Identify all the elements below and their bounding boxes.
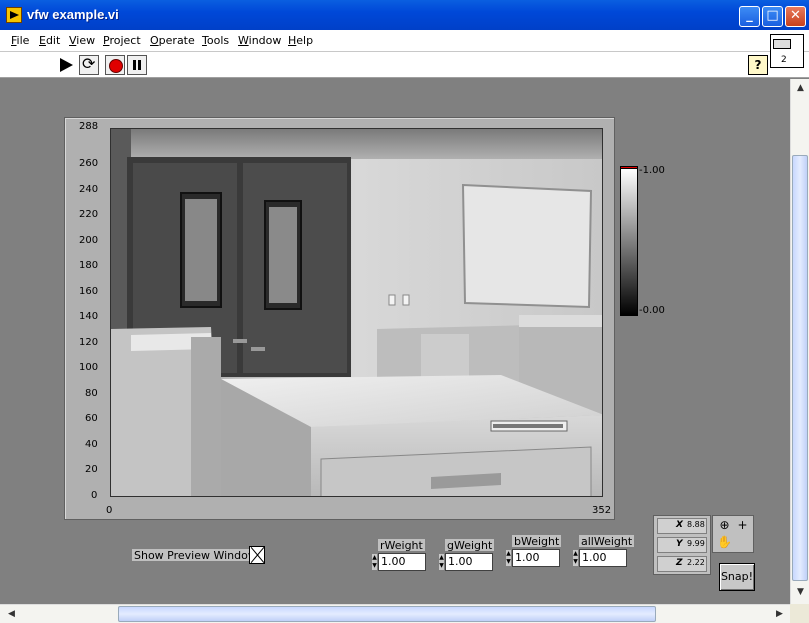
scroll-left-arrow-icon[interactable]: ◀	[4, 607, 19, 622]
zoom-icon[interactable]: ⊕	[716, 518, 733, 534]
bweight-label: bWeight	[511, 534, 563, 548]
y-tick-label: 220	[79, 209, 99, 220]
scrollbar-corner	[790, 604, 809, 623]
gweight-value[interactable]: 1.00	[445, 553, 493, 571]
close-button[interactable]: ✕	[785, 6, 806, 27]
vertical-scroll-thumb[interactable]	[792, 155, 808, 581]
gweight-spinner[interactable]: ▲ ▼	[438, 553, 445, 571]
rweight-spinner[interactable]: ▲ ▼	[371, 553, 378, 571]
menu-bar: File Edit View Project Operate Tools Win…	[0, 30, 809, 52]
allweight-label: allWeight	[578, 534, 636, 548]
y-tick-label: 0	[91, 490, 98, 501]
horizontal-scrollbar[interactable]: ◀ ▶	[0, 604, 790, 623]
toolbar: ?	[0, 52, 809, 78]
y-axis-letter: Y	[676, 539, 683, 549]
scale-legend: X 8.88 Y 9.99 Z 2.22	[653, 515, 711, 575]
y-axis-format: 9.99	[687, 539, 705, 548]
menu-view[interactable]: View	[69, 34, 95, 47]
y-tick-label: 120	[79, 337, 99, 348]
y-tick-label: 260	[79, 158, 99, 169]
intensity-graph[interactable]: 288 260 240 220 200 180 160 140 120 100 …	[64, 117, 665, 520]
scroll-down-arrow-icon[interactable]: ▼	[793, 585, 808, 600]
x-tick-label: 352	[592, 505, 612, 516]
horizontal-scroll-thumb[interactable]	[118, 606, 656, 622]
minimize-button[interactable]: _	[739, 6, 760, 27]
title-bar: vfw example.vi _ □ ✕	[0, 0, 809, 30]
z-scale-button[interactable]: Z 2.22	[657, 556, 707, 572]
x-axis-letter: X	[676, 520, 683, 530]
y-tick-label: 160	[79, 286, 99, 297]
menu-help[interactable]: Help	[288, 34, 313, 47]
menu-tools[interactable]: Tools	[202, 34, 229, 47]
allweight-value[interactable]: 1.00	[579, 549, 627, 567]
menu-window[interactable]: Window	[238, 34, 281, 47]
run-arrow-icon[interactable]	[57, 55, 77, 75]
pan-hand-icon[interactable]: ✋	[716, 535, 733, 551]
show-preview-checkbox[interactable]	[249, 546, 265, 564]
menu-operate[interactable]: Operate	[150, 34, 195, 47]
bweight-spinner[interactable]: ▲ ▼	[505, 549, 512, 567]
office-scene-image	[111, 129, 602, 496]
front-panel: 288 260 240 220 200 180 160 140 120 100 …	[0, 79, 790, 604]
colorbar-min-label[interactable]: -0.00	[639, 305, 665, 316]
cursor-crosshair-icon[interactable]: +	[734, 518, 751, 534]
gweight-label: gWeight	[444, 538, 496, 552]
graph-palette: ⊕ + ✋	[712, 515, 754, 553]
rweight-value[interactable]: 1.00	[378, 553, 426, 571]
vertical-scrollbar[interactable]: ▲ ▼	[790, 79, 809, 604]
show-preview-label: Show Preview Window?	[131, 548, 266, 562]
maximize-button[interactable]: □	[762, 6, 783, 27]
menu-edit[interactable]: Edit	[39, 34, 60, 47]
y-tick-label: 140	[79, 311, 99, 322]
bweight-value[interactable]: 1.00	[512, 549, 560, 567]
scroll-up-arrow-icon[interactable]: ▲	[793, 81, 808, 96]
scroll-right-arrow-icon[interactable]: ▶	[772, 607, 787, 622]
y-scale-button[interactable]: Y 9.99	[657, 537, 707, 553]
x-tick-label: 0	[106, 505, 113, 516]
y-tick-label: 240	[79, 184, 99, 195]
y-tick-label: 60	[85, 413, 98, 424]
abort-icon[interactable]	[105, 55, 125, 75]
vi-icon-number: 2	[781, 55, 787, 65]
vi-icon-graphic	[773, 39, 791, 49]
y-tick-label: 200	[79, 235, 99, 246]
y-tick-label: 20	[85, 464, 98, 475]
y-tick-label: 40	[85, 439, 98, 450]
run-continuously-icon[interactable]	[79, 54, 99, 75]
menu-file[interactable]: File	[11, 34, 29, 47]
menu-project[interactable]: Project	[103, 34, 141, 47]
y-tick-label: 100	[79, 362, 99, 373]
x-scale-button[interactable]: X 8.88	[657, 518, 707, 534]
color-ramp[interactable]	[620, 168, 638, 316]
allweight-spinner[interactable]: ▲ ▼	[572, 549, 579, 567]
y-tick-label: 80	[85, 388, 98, 399]
y-tick-label: 180	[79, 260, 99, 271]
vi-connector-icon[interactable]: 2	[770, 34, 804, 68]
colorbar-max-label[interactable]: -1.00	[639, 165, 665, 176]
x-axis-format: 8.88	[687, 520, 705, 529]
z-axis-letter: Z	[676, 558, 683, 568]
window-title: vfw example.vi	[27, 7, 119, 22]
pause-icon[interactable]	[127, 55, 147, 75]
z-axis-format: 2.22	[687, 558, 705, 567]
labview-app-icon[interactable]	[6, 7, 22, 23]
rweight-label: rWeight	[377, 538, 426, 552]
camera-image[interactable]	[110, 128, 603, 497]
snap-button[interactable]: Snap!	[719, 563, 755, 591]
y-tick-label: 288	[79, 121, 99, 132]
help-icon[interactable]: ?	[748, 55, 768, 75]
